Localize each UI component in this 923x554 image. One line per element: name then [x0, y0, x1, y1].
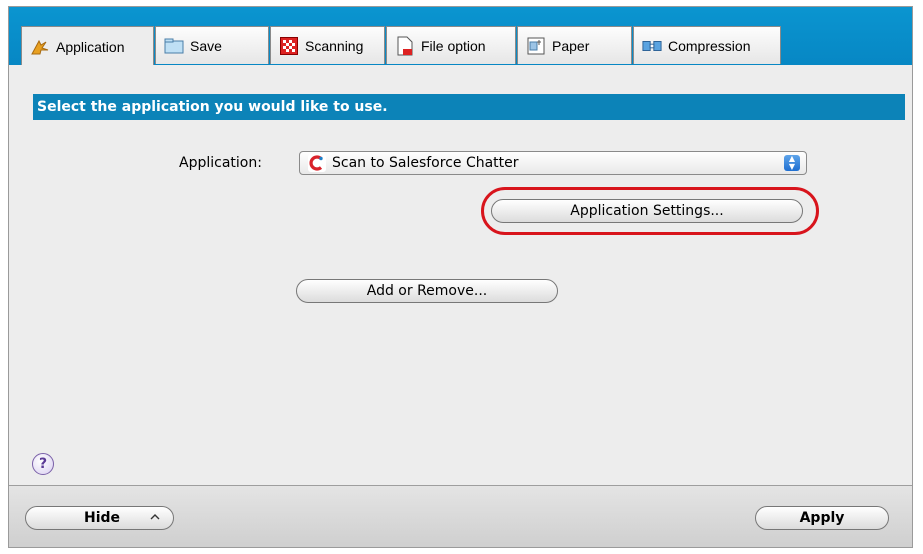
help-icon[interactable]: ?: [32, 453, 54, 475]
tab-save[interactable]: Save: [155, 26, 269, 64]
tab-label: Compression: [668, 37, 751, 54]
salesforce-chatter-icon: [308, 154, 326, 172]
instruction-banner: Select the application you would like to…: [33, 94, 905, 120]
chevron-up-icon: [149, 510, 161, 528]
apply-button[interactable]: Apply: [755, 506, 889, 530]
tab-label: Application: [56, 38, 125, 55]
tab-label: File option: [421, 37, 486, 54]
selected-application: Scan to Salesforce Chatter: [332, 155, 519, 171]
application-icon: [30, 38, 50, 56]
application-select[interactable]: Scan to Salesforce Chatter ▲ ▼: [299, 151, 807, 175]
tab-scanning[interactable]: Scanning: [270, 26, 385, 64]
application-label: Application:: [179, 155, 262, 171]
tab-label: Scanning: [305, 37, 364, 54]
tab-label: Paper: [552, 37, 590, 54]
tab-file-option[interactable]: File option: [386, 26, 516, 64]
tab-label: Save: [190, 37, 222, 54]
compression-icon: [642, 37, 662, 55]
tab-paper[interactable]: Paper: [517, 26, 632, 64]
paper-icon: [526, 37, 546, 55]
tab-content-application: Select the application you would like to…: [9, 65, 912, 485]
tab-bar: Application Save Scanning File option Pa…: [9, 7, 912, 66]
application-settings-button[interactable]: Application Settings...: [491, 199, 803, 223]
tab-application[interactable]: Application: [21, 26, 154, 66]
add-or-remove-button[interactable]: Add or Remove...: [296, 279, 558, 303]
hide-button[interactable]: Hide: [25, 506, 174, 530]
file-option-icon: [395, 36, 415, 55]
scanning-icon: [279, 36, 299, 55]
hide-label: Hide: [84, 510, 121, 526]
window-footer: Hide Apply: [9, 485, 912, 547]
select-arrows-icon: ▲ ▼: [784, 155, 800, 171]
save-folder-icon: [164, 37, 184, 55]
scansnap-settings-window: Application Save Scanning File option Pa…: [8, 6, 913, 548]
tab-compression[interactable]: Compression: [633, 26, 781, 64]
